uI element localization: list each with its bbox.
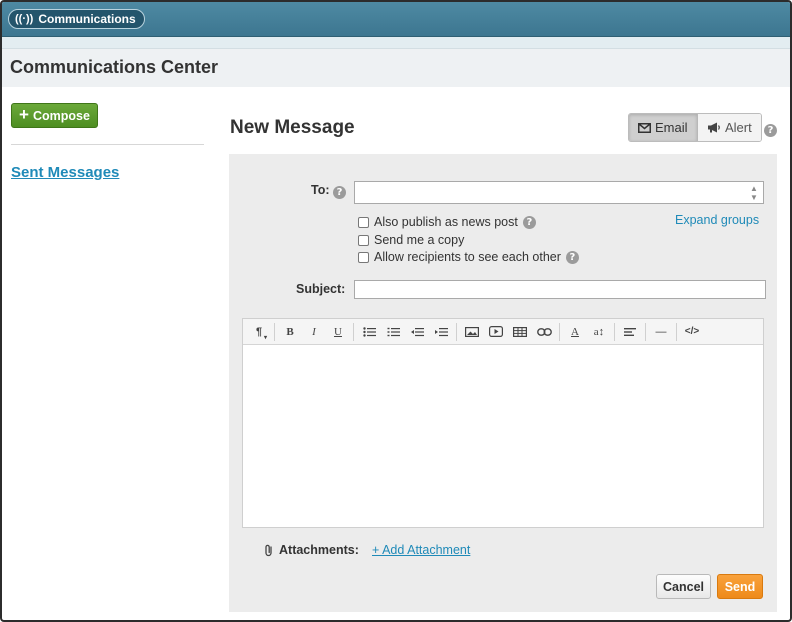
plus-icon: + <box>19 105 29 124</box>
subject-field[interactable] <box>354 280 766 299</box>
toolbar-divider <box>676 322 677 341</box>
app-name: Communications <box>38 12 136 26</box>
outdent-icon[interactable] <box>405 322 429 342</box>
align-icon[interactable] <box>618 322 642 342</box>
toolbar-divider <box>614 322 615 341</box>
top-bar: ((·)) Communications <box>2 2 790 37</box>
app-window: ((·)) Communications Communications Cent… <box>0 0 792 622</box>
editor-toolbar: ¶ ▾ B I U A a↕ — </> <box>243 319 763 345</box>
code-view-icon[interactable]: </> <box>680 322 704 342</box>
app-switcher[interactable]: ((·)) Communications <box>8 9 145 29</box>
message-body-field[interactable] <box>243 345 763 527</box>
megaphone-icon <box>708 122 720 133</box>
alert-toggle-button[interactable]: Alert <box>698 114 761 141</box>
email-label: Email <box>655 120 688 135</box>
compose-button[interactable]: + Compose <box>11 103 98 128</box>
image-icon[interactable] <box>460 322 484 342</box>
numbered-list-icon[interactable] <box>381 322 405 342</box>
toolbar-divider <box>456 322 457 341</box>
send-copy-checkbox[interactable] <box>358 234 369 246</box>
publish-news-option[interactable]: Also publish as news post ? <box>358 215 536 229</box>
to-field[interactable]: ▲ ▼ <box>354 181 764 204</box>
envelope-icon <box>638 122 651 133</box>
allow-recipients-checkbox[interactable] <box>358 251 369 263</box>
allow-recipients-option[interactable]: Allow recipients to see each other ? <box>358 250 579 264</box>
message-type-toggle: Email Alert <box>628 113 762 142</box>
page-title: Communications Center <box>10 57 219 77</box>
send-copy-label: Send me a copy <box>374 233 465 247</box>
table-icon[interactable] <box>508 322 532 342</box>
to-help-icon[interactable]: ? <box>333 182 346 200</box>
paperclip-icon <box>265 544 272 556</box>
sub-bar <box>2 37 790 49</box>
bullet-list-icon[interactable] <box>357 322 381 342</box>
cancel-button[interactable]: Cancel <box>656 574 711 599</box>
message-type-help-icon[interactable]: ? <box>764 120 777 138</box>
expand-groups-link[interactable]: Expand groups <box>675 213 759 227</box>
indent-icon[interactable] <box>429 322 453 342</box>
underline-icon[interactable]: U <box>326 322 350 342</box>
publish-news-label: Also publish as news post <box>374 215 518 229</box>
email-toggle-button[interactable]: Email <box>629 114 698 141</box>
send-button[interactable]: Send <box>717 574 763 599</box>
alert-label: Alert <box>725 120 752 135</box>
bold-icon[interactable]: B <box>278 322 302 342</box>
compose-label: Compose <box>32 108 90 123</box>
toolbar-divider <box>274 322 275 341</box>
toolbar-divider <box>645 322 646 341</box>
allow-recipients-help-icon[interactable]: ? <box>565 250 579 264</box>
send-copy-option[interactable]: Send me a copy <box>358 233 464 247</box>
toolbar-divider <box>353 322 354 341</box>
publish-news-checkbox[interactable] <box>358 216 369 228</box>
font-size-icon[interactable]: a↕ <box>587 322 611 342</box>
italic-icon[interactable]: I <box>302 322 326 342</box>
toolbar-divider <box>559 322 560 341</box>
allow-recipients-label: Allow recipients to see each other <box>374 250 561 264</box>
attachments-label: Attachments: <box>279 543 359 557</box>
new-message-title: New Message <box>230 117 355 138</box>
antenna-icon: ((·)) <box>15 13 34 25</box>
to-field-spinner-icon[interactable]: ▲ ▼ <box>749 184 759 202</box>
sidebar-divider <box>11 144 204 145</box>
add-attachment-link[interactable]: + Add Attachment <box>372 543 470 557</box>
video-icon[interactable] <box>484 322 508 342</box>
link-icon[interactable] <box>532 322 556 342</box>
font-color-icon[interactable]: A <box>563 322 587 342</box>
subject-label: Subject: <box>296 282 346 296</box>
sent-messages-link[interactable]: Sent Messages <box>11 164 119 181</box>
horizontal-rule-icon[interactable]: — <box>649 322 673 342</box>
to-label: To: <box>311 183 330 197</box>
paragraph-icon[interactable]: ¶ ▾ <box>247 322 271 342</box>
message-editor: ¶ ▾ B I U A a↕ — </> <box>242 318 764 528</box>
attachments-label-group: Attachments: <box>264 543 359 557</box>
publish-news-help-icon[interactable]: ? <box>522 215 536 229</box>
